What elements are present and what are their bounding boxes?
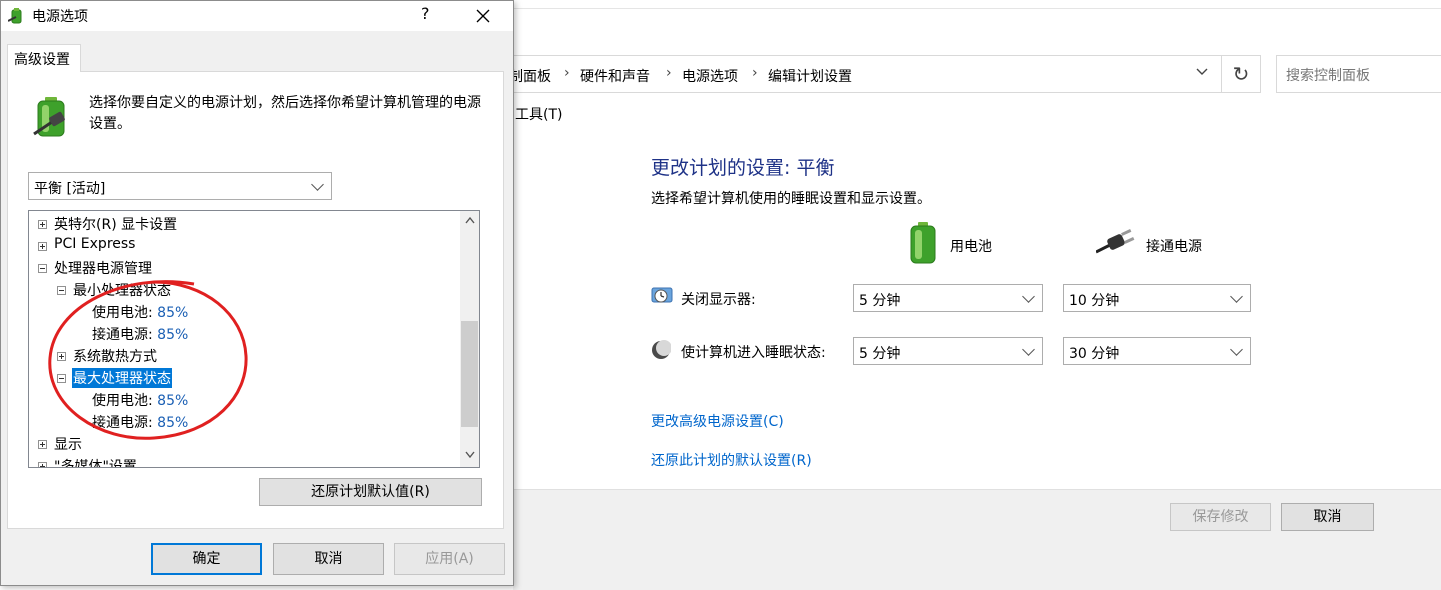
search-placeholder: 搜索控制面板 bbox=[1286, 68, 1370, 84]
breadcrumb-edit-plan[interactable]: 编辑计划设置 bbox=[768, 66, 852, 86]
sleep-battery-select[interactable]: 5 分钟 bbox=[853, 337, 1043, 365]
breadcrumb-separator: › bbox=[666, 65, 672, 81]
battery-column-header: 用电池 bbox=[950, 239, 992, 255]
expand-icon[interactable] bbox=[38, 462, 47, 467]
intro-text: 选择你要自定义的电源计划，然后选择你希望计算机管理的电源设置。 bbox=[89, 95, 481, 132]
titlebar-divider bbox=[513, 8, 1441, 9]
apply-button[interactable]: 应用(A) bbox=[394, 543, 505, 575]
tab-advanced-settings[interactable]: 高级设置 bbox=[7, 44, 81, 72]
change-advanced-settings-link[interactable]: 更改高级电源设置(C) bbox=[651, 411, 784, 431]
plan-select-value: 平衡 [活动] bbox=[34, 181, 106, 197]
battery-plug-icon bbox=[32, 96, 76, 142]
display-battery-value: 5 分钟 bbox=[859, 293, 901, 309]
dialog-cancel-button[interactable]: 取消 bbox=[273, 543, 384, 575]
tree-item-pci-express[interactable]: PCI Express bbox=[54, 236, 135, 252]
help-button[interactable]: ? bbox=[421, 4, 430, 23]
scroll-down-icon[interactable] bbox=[465, 451, 475, 458]
plan-select[interactable]: 平衡 [活动] bbox=[28, 172, 332, 200]
power-plug-icon bbox=[1095, 228, 1138, 260]
ok-button[interactable]: 确定 bbox=[151, 543, 262, 575]
restore-plan-defaults-button[interactable]: 还原计划默认值(R) bbox=[259, 478, 482, 506]
sleep-label: 使计算机进入睡眠状态: bbox=[681, 345, 826, 361]
expand-icon[interactable] bbox=[38, 242, 47, 251]
chevron-down-icon bbox=[1230, 343, 1243, 356]
save-changes-button[interactable]: 保存修改 bbox=[1170, 503, 1271, 531]
chevron-down-icon bbox=[1022, 290, 1035, 303]
power-options-icon bbox=[7, 7, 26, 29]
display-battery-select[interactable]: 5 分钟 bbox=[853, 284, 1043, 312]
scrollbar-thumb[interactable] bbox=[461, 321, 478, 427]
expand-icon[interactable] bbox=[38, 220, 47, 229]
sleep-plugged-select[interactable]: 30 分钟 bbox=[1063, 337, 1251, 365]
sleep-moon-icon bbox=[651, 340, 672, 364]
chevron-down-icon bbox=[1230, 290, 1243, 303]
breadcrumb-control-panel[interactable]: 制面板 bbox=[509, 66, 551, 86]
page-title: 更改计划的设置: 平衡 bbox=[651, 157, 835, 179]
close-button[interactable] bbox=[475, 2, 491, 29]
refresh-button[interactable]: ↻ bbox=[1221, 55, 1261, 93]
sleep-battery-value: 5 分钟 bbox=[859, 346, 901, 362]
sleep-plugged-value: 30 分钟 bbox=[1069, 346, 1120, 362]
menu-tools[interactable]: 工具(T) bbox=[515, 104, 562, 124]
search-input[interactable]: 搜索控制面板 bbox=[1276, 55, 1441, 93]
chevron-down-icon bbox=[1022, 343, 1035, 356]
breadcrumb-power-options[interactable]: 电源选项 bbox=[682, 66, 738, 86]
breadcrumb-separator: › bbox=[752, 65, 758, 81]
tree-item-intel-graphics[interactable]: 英特尔(R) 显卡设置 bbox=[54, 214, 177, 234]
breadcrumb-separator: › bbox=[564, 65, 570, 81]
battery-icon bbox=[908, 222, 938, 268]
turn-off-display-label: 关闭显示器: bbox=[681, 292, 756, 308]
display-clock-icon bbox=[651, 286, 673, 310]
refresh-icon: ↻ bbox=[1232, 62, 1250, 86]
breadcrumb-hardware-sound[interactable]: 硬件和声音 bbox=[580, 66, 650, 86]
cancel-button[interactable]: 取消 bbox=[1281, 503, 1374, 531]
tree-scrollbar[interactable] bbox=[460, 211, 479, 467]
dialog-title: 电源选项 bbox=[32, 9, 88, 25]
restore-defaults-link[interactable]: 还原此计划的默认设置(R) bbox=[651, 450, 812, 470]
page-description: 选择希望计算机使用的睡眠设置和显示设置。 bbox=[651, 191, 931, 207]
scroll-up-icon[interactable] bbox=[465, 217, 475, 224]
tree-item-processor-power[interactable]: 处理器电源管理 bbox=[54, 258, 152, 278]
display-plugged-select[interactable]: 10 分钟 bbox=[1063, 284, 1251, 312]
annotation-circle bbox=[44, 276, 254, 450]
chevron-down-icon[interactable] bbox=[1196, 65, 1208, 80]
plugged-in-column-header: 接通电源 bbox=[1146, 239, 1202, 255]
address-bar[interactable]: 制面板 › 硬件和声音 › 电源选项 › 编辑计划设置 bbox=[505, 55, 1261, 93]
chevron-down-icon bbox=[311, 178, 324, 191]
close-icon bbox=[476, 9, 490, 23]
tree-item-multimedia[interactable]: "多媒体"设置 bbox=[54, 456, 137, 467]
collapse-icon[interactable] bbox=[38, 264, 47, 273]
display-plugged-value: 10 分钟 bbox=[1069, 293, 1120, 309]
